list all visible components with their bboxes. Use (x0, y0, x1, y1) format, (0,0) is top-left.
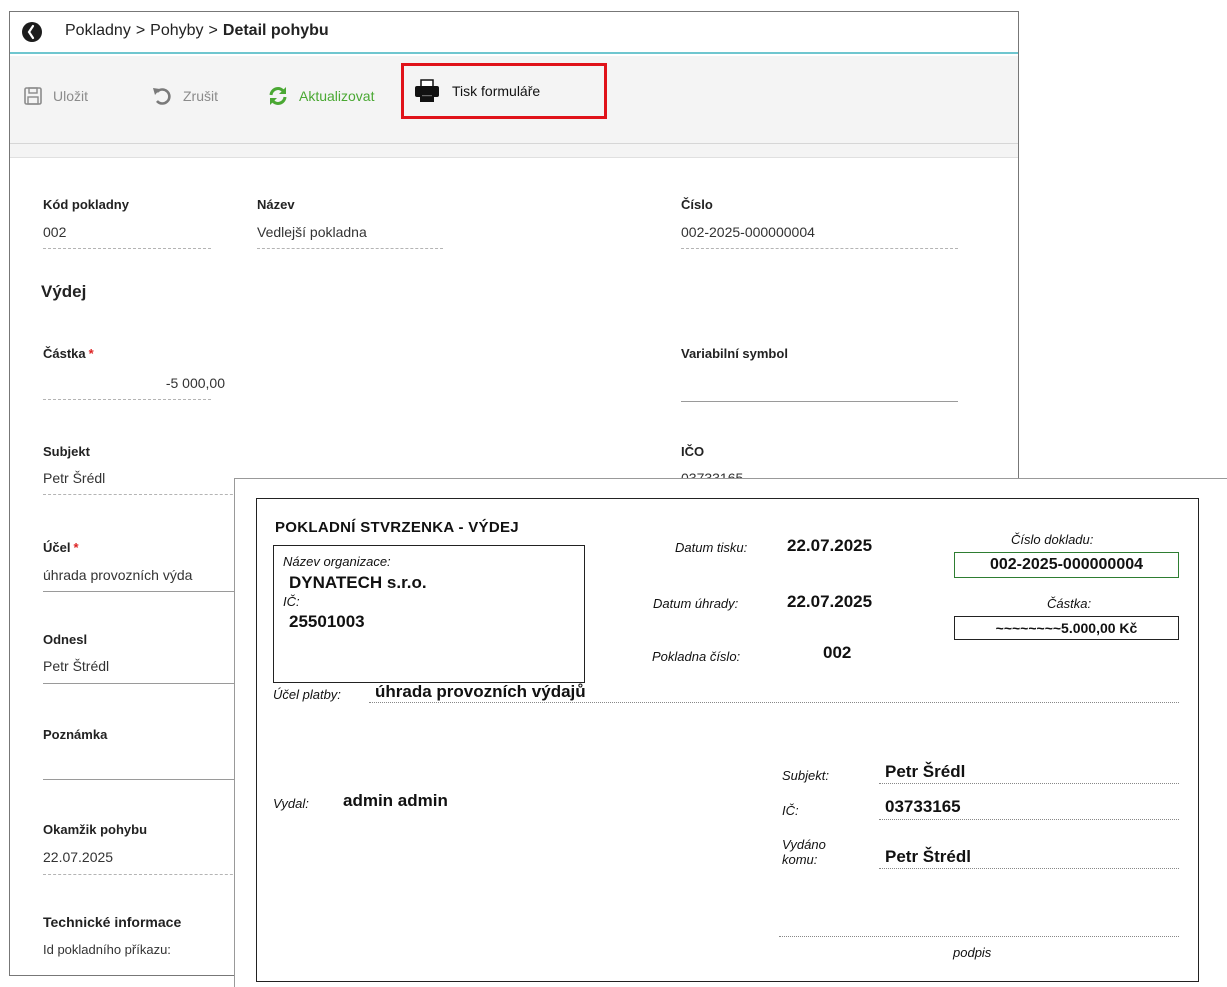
okamzik-pohybu-label: Okamžik pohybu (43, 822, 148, 837)
variabilni-symbol-label: Variabilní symbol (681, 346, 788, 361)
datum-uhrady-label: Datum úhrady: (653, 596, 739, 611)
printer-icon (415, 79, 439, 102)
castka-label: Částka * (43, 346, 94, 361)
castka-receipt-label: Částka: (1047, 596, 1092, 611)
ic-receipt-value: 03733165 (885, 797, 961, 816)
org-ic-value: 25501003 (289, 612, 365, 631)
castka-receipt-box: ~~~~~~~~5.000,00 Kč (954, 616, 1179, 640)
receipt-preview: POKLADNÍ STVRZENKA - VÝDEJ Název organiz… (234, 478, 1227, 987)
app-logo-icon[interactable] (22, 22, 42, 42)
technicke-informace-title: Technické informace (43, 914, 182, 930)
breadcrumb-pokladny[interactable]: Pokladny (65, 22, 131, 39)
odnesl-input[interactable]: Petr Štrédl (43, 658, 109, 674)
signature-line (779, 936, 1179, 937)
subjekt-receipt-underline (879, 783, 1179, 784)
datum-tisku-label: Datum tisku: (675, 540, 748, 555)
nazev-label: Název (257, 197, 295, 212)
cislo-value[interactable]: 002-2025-000000004 (681, 224, 815, 240)
cancel-button[interactable]: Zrušit (151, 84, 218, 108)
refresh-label: Aktualizovat (299, 88, 375, 104)
breadcrumb: Pokladny > Pohyby > Detail pohybu (65, 22, 329, 40)
nazev-underline (257, 248, 443, 249)
kod-pokladny-underline (43, 248, 211, 249)
receipt-frame: POKLADNÍ STVRZENKA - VÝDEJ Název organiz… (256, 498, 1199, 982)
podpis-label: podpis (953, 945, 992, 960)
breadcrumb-separator: > (208, 22, 218, 39)
datum-tisku-value: 22.07.2025 (787, 536, 873, 555)
required-marker: * (73, 540, 79, 555)
vydano-komu-value: Petr Štrédl (885, 847, 971, 866)
save-label: Uložit (53, 88, 89, 104)
vydano-komu-underline (879, 868, 1179, 869)
breadcrumb-current: Detail pohybu (222, 22, 329, 39)
castka-input[interactable]: -5 000,00 (43, 375, 225, 391)
breadcrumb-separator: > (135, 22, 146, 39)
subjekt-underline (43, 494, 243, 495)
variabilni-symbol-input[interactable] (681, 374, 958, 398)
kod-pokladny-label: Kód pokladny (43, 197, 129, 212)
toolbar: Uložit Zrušit Aktualizovat Tisk formulář… (10, 56, 1018, 144)
ic-receipt-label: IČ: (782, 803, 799, 818)
title-bar: Pokladny > Pohyby > Detail pohybu (10, 12, 1018, 54)
cislo-label: Číslo (681, 197, 713, 212)
ucel-label-text: Účel (43, 540, 71, 555)
cislo-underline (681, 248, 958, 249)
datum-uhrady-value: 22.07.2025 (787, 592, 873, 611)
breadcrumb-pohyby[interactable]: Pohyby (150, 22, 203, 39)
cislo-dokladu-box: 002-2025-000000004 (954, 552, 1179, 578)
section-vydej: Výdej (41, 282, 87, 301)
poznamka-input[interactable] (43, 752, 243, 776)
nazev-value[interactable]: Vedlejší pokladna (257, 224, 367, 240)
print-form-label: Tisk formuláře (452, 83, 541, 99)
variabilni-symbol-underline (681, 401, 958, 402)
pokladna-cislo-label: Pokladna číslo: (652, 649, 741, 664)
save-button[interactable]: Uložit (23, 84, 88, 108)
vydano-komu-label-1: Vydáno (782, 837, 826, 852)
toolbar-divider (10, 144, 1018, 158)
vydano-komu-label-2: komu: (782, 852, 818, 867)
undo-icon (153, 88, 171, 105)
vydal-value: admin admin (343, 791, 448, 810)
poznamka-label: Poznámka (43, 727, 108, 742)
receipt-heading: POKLADNÍ STVRZENKA - VÝDEJ (275, 519, 519, 536)
org-name-value: DYNATECH s.r.o. (289, 573, 427, 592)
subjekt-receipt-value: Petr Šrédl (885, 762, 966, 781)
org-name-label: Název organizace: (283, 554, 391, 569)
floppy-disk-icon (24, 87, 42, 105)
odnesl-underline (43, 683, 243, 684)
vydal-label: Vydal: (273, 796, 309, 811)
ic-receipt-underline (879, 819, 1179, 820)
subjekt-value[interactable]: Petr Šrédl (43, 470, 105, 486)
subjekt-label: Subjekt (43, 444, 90, 459)
refresh-button[interactable]: Aktualizovat (267, 84, 374, 108)
id-pokladniho-prikazu-label: Id pokladního příkazu: (43, 942, 171, 957)
ucel-input[interactable]: úhrada provozních výda (43, 567, 192, 583)
kod-pokladny-value[interactable]: 002 (43, 224, 66, 240)
ucel-underline (43, 591, 243, 592)
okamzik-pohybu-underline (43, 874, 243, 875)
pokladna-cislo-value: 002 (823, 643, 852, 662)
ico-label: IČO (681, 444, 705, 459)
refresh-icon (269, 87, 287, 105)
org-ic-label: IČ: (283, 594, 300, 609)
ucel-platby-label: Účel platby: (273, 687, 341, 702)
poznamka-underline (43, 779, 243, 780)
subjekt-receipt-label: Subjekt: (782, 768, 829, 783)
cancel-label: Zrušit (183, 88, 218, 104)
ucel-label: Účel * (43, 540, 79, 555)
ucel-platby-value: úhrada provozních výdajů (375, 682, 586, 701)
required-marker: * (88, 346, 94, 361)
okamzik-pohybu-value[interactable]: 22.07.2025 (43, 849, 113, 865)
castka-underline (43, 399, 211, 400)
ucel-platby-underline (369, 702, 1179, 703)
print-form-button[interactable]: Tisk formuláře (401, 63, 607, 119)
organization-box: Název organizace: DYNATECH s.r.o. IČ: 25… (273, 545, 585, 683)
odnesl-label: Odnesl (43, 632, 88, 647)
castka-label-text: Částka (43, 346, 86, 361)
cislo-dokladu-label: Číslo dokladu: (1011, 532, 1094, 547)
